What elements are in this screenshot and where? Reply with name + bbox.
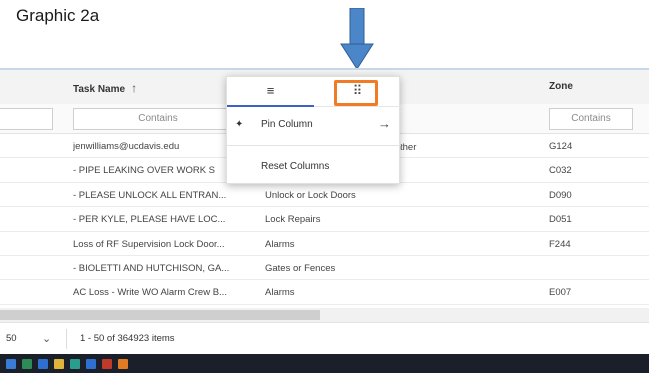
filter-input-task-name[interactable]: Contains (73, 108, 243, 130)
highlight-box (334, 80, 378, 106)
cell-zone: E007 (549, 287, 572, 299)
cell-zone: C032 (549, 165, 572, 177)
cell-task-name: - PER KYLE, PLEASE HAVE LOC... (73, 214, 226, 226)
menu-tabs: ≡ ⠿ (227, 77, 401, 107)
cell-zone: D090 (549, 189, 572, 201)
menu-divider (227, 145, 401, 146)
page-size-select[interactable]: 50 (6, 333, 17, 344)
page-info: 1 - 50 of 364923 items (80, 333, 175, 344)
cell-category: Gates or Fences (265, 262, 336, 274)
menu-item-pin-column[interactable]: ✦ Pin Column → (227, 111, 401, 139)
column-header-task-name[interactable]: Task Name ↑ (73, 81, 137, 95)
table-row[interactable]: - PLEASE UNLOCK ALL ENTRAN... Unlock or L… (0, 183, 649, 208)
down-arrow-icon (340, 8, 374, 70)
cell-category: Lock Repairs (265, 214, 321, 226)
cell-category: Alarms (265, 287, 295, 299)
cell-zone: G124 (549, 141, 573, 152)
app-icon[interactable] (70, 359, 80, 369)
app-icon[interactable] (102, 359, 112, 369)
app-icon[interactable] (38, 359, 48, 369)
menu-item-label: Pin Column (261, 119, 313, 130)
start-icon[interactable] (6, 359, 16, 369)
column-header-zone[interactable]: Zone (549, 81, 573, 92)
table-row[interactable]: AC Loss - Write WO Alarm Crew B... Alarms… (0, 280, 649, 305)
pin-icon: ✦ (235, 119, 244, 130)
sort-ascending-icon[interactable]: ↑ (131, 81, 137, 95)
app-icon[interactable] (22, 359, 32, 369)
column-header-label: Task Name (73, 84, 126, 95)
scrollbar-thumb[interactable] (0, 310, 320, 320)
filter-input-zone[interactable]: Contains (549, 108, 633, 130)
cell-task-name: - BIOLETTI AND HUTCHISON, GA... (73, 262, 230, 274)
chevron-down-icon[interactable]: ⌄ (42, 332, 51, 345)
obscured-column-text: ther (400, 142, 417, 153)
menu-item-reset-columns[interactable]: Reset Columns (227, 153, 401, 181)
table-row[interactable]: - PER KYLE, PLEASE HAVE LOC... Lock Repai… (0, 207, 649, 232)
cell-task-name: - PLEASE UNLOCK ALL ENTRAN... (73, 189, 227, 201)
menu-item-label: Reset Columns (261, 161, 330, 172)
cell-zone: F244 (549, 238, 571, 250)
column-menu-popup: ≡ ⠿ ✦ Pin Column → Reset Columns (226, 76, 401, 184)
pager: 50 ⌄ 1 - 50 of 364923 items (0, 322, 649, 354)
table-row[interactable]: Loss of RF Supervision Lock Door... Alarm… (0, 232, 649, 256)
filter-input-first[interactable] (0, 108, 53, 130)
menu-lines-icon[interactable]: ≡ (227, 77, 314, 107)
cell-category: Unlock or Lock Doors (265, 189, 356, 201)
horizontal-scrollbar[interactable] (0, 308, 649, 322)
cell-zone: D051 (549, 214, 572, 226)
pager-divider (66, 329, 67, 349)
cell-category: Alarms (265, 238, 295, 250)
folder-icon[interactable] (54, 359, 64, 369)
table-row[interactable]: - BIOLETTI AND HUTCHISON, GA... Gates or … (0, 256, 649, 281)
browser-icon[interactable] (118, 359, 128, 369)
cell-task-name: AC Loss - Write WO Alarm Crew B... (73, 287, 227, 299)
arrow-right-icon: → (378, 116, 391, 131)
graphic-caption: Graphic 2a (16, 6, 100, 25)
app-icon[interactable] (86, 359, 96, 369)
windows-taskbar (0, 354, 649, 373)
cell-task-name: Loss of RF Supervision Lock Door... (73, 238, 225, 250)
